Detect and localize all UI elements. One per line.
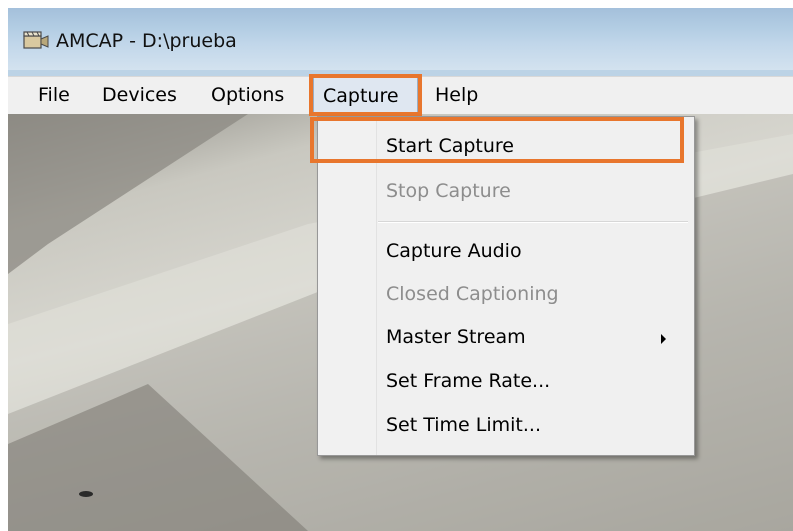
app-window: AMCAP - D:\prueba File Devices Options C…	[8, 8, 793, 531]
menu-devices[interactable]: Devices	[102, 77, 177, 115]
menu-options[interactable]: Options	[211, 77, 284, 115]
window-title: AMCAP - D:\prueba	[56, 30, 237, 52]
menu-separator	[378, 221, 688, 223]
capture-dropdown-menu: Start Capture Stop Capture Capture Audio…	[317, 116, 695, 456]
menu-item-set-frame-rate[interactable]: Set Frame Rate...	[386, 370, 550, 392]
chevron-right-icon	[661, 334, 666, 344]
camera-clapper-icon	[23, 30, 49, 50]
menu-item-set-time-limit[interactable]: Set Time Limit...	[386, 414, 541, 436]
menu-item-stop-capture[interactable]: Stop Capture	[386, 180, 511, 202]
menu-file[interactable]: File	[38, 77, 70, 115]
menu-item-capture-audio[interactable]: Capture Audio	[386, 240, 522, 262]
menu-bar: File Devices Options Capture Help	[8, 76, 793, 115]
menu-item-closed-captioning[interactable]: Closed Captioning	[386, 283, 559, 305]
menu-help[interactable]: Help	[435, 77, 478, 115]
menu-item-master-stream[interactable]: Master Stream	[386, 326, 526, 348]
menu-gutter	[318, 117, 377, 455]
menu-capture[interactable]: Capture	[313, 77, 418, 115]
menu-item-start-capture[interactable]: Start Capture	[386, 135, 514, 157]
title-bar[interactable]: AMCAP - D:\prueba	[8, 8, 793, 70]
